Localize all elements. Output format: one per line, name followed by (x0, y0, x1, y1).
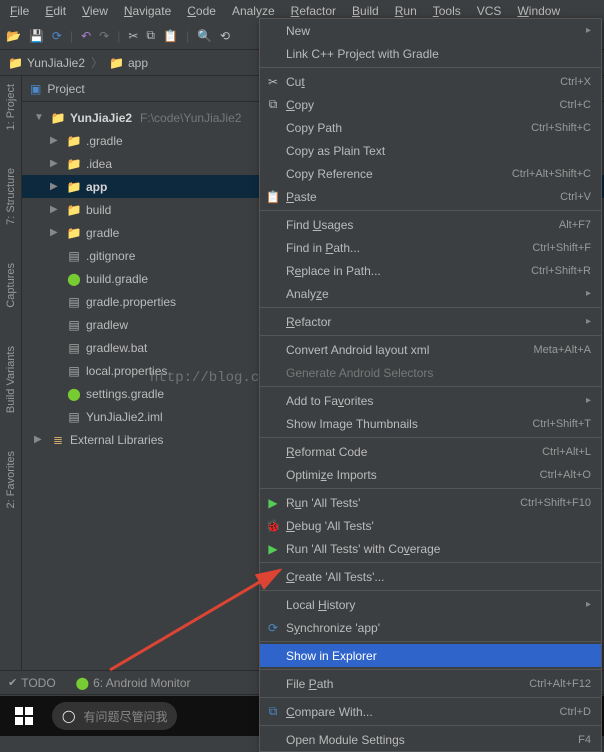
ctx-find-usages[interactable]: Find UsagesAlt+F7 (260, 213, 601, 236)
paste-icon[interactable]: 📋 (163, 29, 178, 43)
ctx-show-image-thumbnails[interactable]: Show Image ThumbnailsCtrl+Shift+T (260, 412, 601, 435)
ctx-run-all-tests-with-coverage[interactable]: ▶Run 'All Tests' with Coverage (260, 537, 601, 560)
cortana-search[interactable]: ◯ 有问题尽管问我 (52, 702, 177, 730)
menu-file[interactable]: File (4, 2, 35, 20)
ctx-debug-all-tests-[interactable]: 🐞Debug 'All Tests' (260, 514, 601, 537)
cortana-icon: ◯ (62, 709, 75, 723)
replace-icon[interactable]: ⟲ (220, 29, 230, 43)
ctx-open-module-settings[interactable]: Open Module SettingsF4 (260, 728, 601, 751)
ctx-convert-android-layout-xml[interactable]: Convert Android layout xmlMeta+Alt+A (260, 338, 601, 361)
ctx-refactor[interactable]: Refactor▸ (260, 310, 601, 333)
copy-icon[interactable]: ⧉ (146, 28, 155, 43)
menu-navigate[interactable]: Navigate (118, 2, 177, 20)
ctx-find-in-path-[interactable]: Find in Path...Ctrl+Shift+F (260, 236, 601, 259)
ctx-cut[interactable]: ✂CutCtrl+X (260, 70, 601, 93)
gutter-captures[interactable]: Captures (3, 259, 19, 312)
gutter-favorites[interactable]: 2: Favorites (3, 447, 19, 512)
ctx-show-in-explorer[interactable]: Show in Explorer (260, 644, 601, 667)
left-gutter: 1: Project 7: Structure Captures Build Vari… (0, 76, 22, 684)
ctx-synchronize-app-[interactable]: ⟳Synchronize 'app' (260, 616, 601, 639)
gutter-buildvariants[interactable]: Build Variants (3, 342, 19, 417)
search-icon[interactable]: 🔍 (197, 29, 212, 43)
undo-icon[interactable]: ↶ (81, 29, 91, 43)
ctx-generate-android-selectors[interactable]: Generate Android Selectors (260, 361, 601, 384)
menu-edit[interactable]: Edit (39, 2, 72, 20)
save-icon[interactable]: 💾 (29, 29, 44, 43)
breadcrumb-root[interactable]: 📁 YunJiaJie2 (8, 56, 85, 70)
todo-tab[interactable]: ✔ TODO (8, 676, 56, 690)
ctx-run-all-tests-[interactable]: ▶Run 'All Tests'Ctrl+Shift+F10 (260, 491, 601, 514)
ctx-new[interactable]: New▸ (260, 19, 601, 42)
windows-start[interactable] (4, 696, 44, 736)
android-monitor-tab[interactable]: ⬤ 6: Android Monitor (76, 676, 191, 690)
ctx-link-c-project-with-gradle[interactable]: Link C++ Project with Gradle (260, 42, 601, 65)
ctx-replace-in-path-[interactable]: Replace in Path...Ctrl+Shift+R (260, 259, 601, 282)
ctx-file-path[interactable]: File PathCtrl+Alt+F12 (260, 672, 601, 695)
context-menu: New▸Link C++ Project with Gradle ✂CutCtrl… (259, 18, 602, 752)
ctx-local-history[interactable]: Local History▸ (260, 593, 601, 616)
cut-icon[interactable]: ✂ (128, 29, 138, 43)
menu-code[interactable]: Code (181, 2, 222, 20)
ctx-optimize-imports[interactable]: Optimize ImportsCtrl+Alt+O (260, 463, 601, 486)
open-icon[interactable]: 📂 (6, 29, 21, 43)
ctx-copy-path[interactable]: Copy PathCtrl+Shift+C (260, 116, 601, 139)
ctx-compare-with-[interactable]: ⧉Compare With...Ctrl+D (260, 700, 601, 723)
ctx-paste[interactable]: 📋PasteCtrl+V (260, 185, 601, 208)
ctx-reformat-code[interactable]: Reformat CodeCtrl+Alt+L (260, 440, 601, 463)
breadcrumb-app[interactable]: 📁 app (109, 56, 148, 70)
ctx-copy[interactable]: ⧉CopyCtrl+C (260, 93, 601, 116)
ctx-add-to-favorites[interactable]: Add to Favorites▸ (260, 389, 601, 412)
gutter-structure[interactable]: 7: Structure (3, 164, 19, 229)
redo-icon[interactable]: ↷ (99, 29, 109, 43)
ctx-create-all-tests-[interactable]: Create 'All Tests'... (260, 565, 601, 588)
project-icon: ▣ (30, 82, 41, 96)
menu-view[interactable]: View (76, 2, 114, 20)
ctx-copy-reference[interactable]: Copy ReferenceCtrl+Alt+Shift+C (260, 162, 601, 185)
ctx-analyze[interactable]: Analyze▸ (260, 282, 601, 305)
sync-icon[interactable]: ⟳ (52, 29, 62, 43)
ctx-copy-as-plain-text[interactable]: Copy as Plain Text (260, 139, 601, 162)
gutter-project[interactable]: 1: Project (3, 80, 19, 134)
